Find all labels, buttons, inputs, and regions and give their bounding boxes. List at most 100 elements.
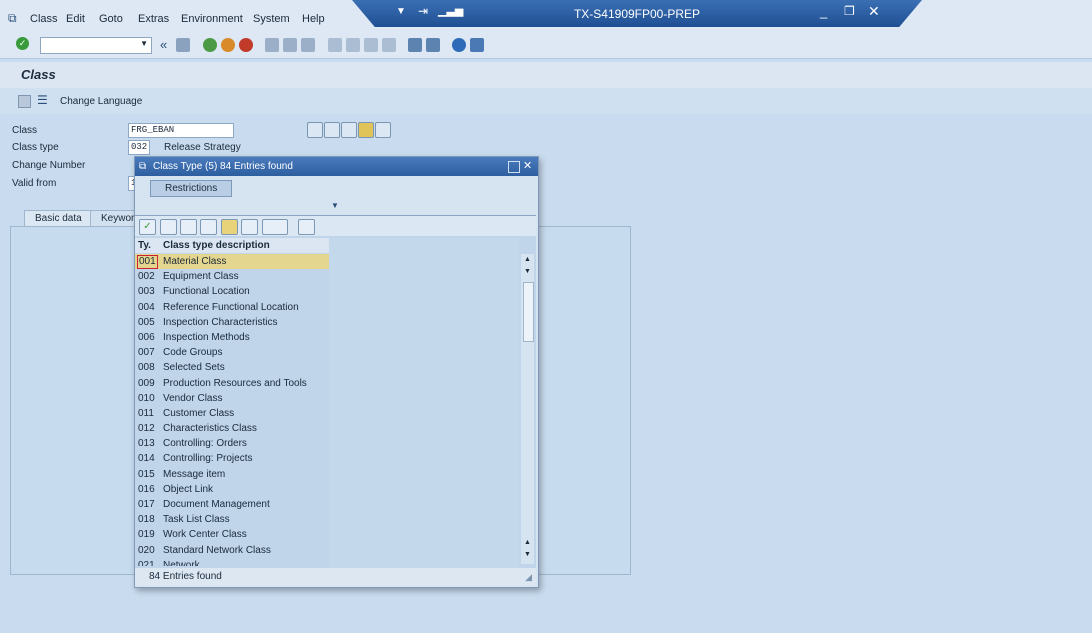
list-row[interactable]: 015 Message item xyxy=(135,467,329,482)
next-page-icon[interactable] xyxy=(364,38,378,52)
close-icon[interactable]: ✕ xyxy=(868,3,880,20)
exit-icon[interactable] xyxy=(221,38,235,52)
scroll-down-icon[interactable]: ▼ xyxy=(524,268,531,275)
class-type-input[interactable]: 032 xyxy=(128,140,150,155)
list-row[interactable]: 008 Selected Sets xyxy=(135,360,329,375)
print-icon[interactable] xyxy=(265,38,279,52)
list-row[interactable]: 021 Network xyxy=(135,558,329,566)
window-title: TX-S41909FP00-PREP xyxy=(573,7,701,21)
scroll-thumb[interactable] xyxy=(523,282,534,342)
application-toolbar: ☰ Change Language xyxy=(0,88,1092,114)
cancel-x-icon[interactable] xyxy=(160,219,177,235)
scroll-up-icon[interactable]: ▲ xyxy=(524,256,531,263)
list-row[interactable]: 014 Controlling: Projects xyxy=(135,451,329,466)
list-row[interactable]: 017 Document Management xyxy=(135,497,329,512)
menu-goto[interactable]: Goto xyxy=(99,13,123,25)
copy-icon[interactable] xyxy=(358,122,374,138)
vertical-scrollbar[interactable]: ▲ ▼ ▲ ▼ xyxy=(521,254,534,564)
class-type-popup: ⧉ Class Type (5) 84 Entries found ✕ Rest… xyxy=(134,156,539,588)
menu-class[interactable]: Class xyxy=(30,13,58,25)
back-icon[interactable] xyxy=(203,38,217,52)
list-row[interactable]: 003 Functional Location xyxy=(135,284,329,299)
expand-restrictions-icon[interactable]: ▼ xyxy=(331,201,339,210)
scroll-up-bottom-icon[interactable]: ▲ xyxy=(524,539,531,546)
list-row[interactable]: 007 Code Groups xyxy=(135,345,329,360)
create-icon[interactable] xyxy=(341,122,357,138)
row-type-code: 007 xyxy=(138,347,155,359)
popup-title: Class Type (5) 84 Entries found xyxy=(153,161,293,172)
list-row[interactable]: 012 Characteristics Class xyxy=(135,421,329,436)
change-language-button[interactable]: Change Language xyxy=(60,96,142,107)
list-row[interactable]: 005 Inspection Characteristics xyxy=(135,315,329,330)
minimize-icon[interactable]: _ xyxy=(820,4,827,19)
list-row[interactable]: 013 Controlling: Orders xyxy=(135,436,329,451)
help-icon[interactable] xyxy=(452,38,466,52)
list-row[interactable]: 018 Task List Class xyxy=(135,512,329,527)
column-ty-header[interactable]: Ty. xyxy=(138,238,151,253)
list-row[interactable]: 016 Object Link xyxy=(135,482,329,497)
new-session-icon[interactable] xyxy=(408,38,422,52)
cancel-icon[interactable] xyxy=(239,38,253,52)
popup-minimize-icon[interactable] xyxy=(508,161,520,173)
shortcut-icon[interactable] xyxy=(426,38,440,52)
menu-edit[interactable]: Edit xyxy=(66,13,85,25)
popup-title-bar: ⧉ Class Type (5) 84 Entries found ✕ xyxy=(135,157,538,176)
copy-values-icon[interactable] xyxy=(241,219,258,235)
app-menu-icon[interactable]: ⧉ xyxy=(8,11,17,26)
menu-extras[interactable]: Extras xyxy=(138,13,169,25)
row-type-code: 013 xyxy=(138,438,155,450)
empty-column-area xyxy=(329,238,519,568)
list-row[interactable]: 020 Standard Network Class xyxy=(135,543,329,558)
resize-grip-icon[interactable]: ◢ xyxy=(525,568,532,586)
valid-from-label: Valid from xyxy=(12,178,57,189)
row-description: Vendor Class xyxy=(163,392,223,404)
list-row[interactable]: 002 Equipment Class xyxy=(135,269,329,284)
find-next-icon[interactable] xyxy=(301,38,315,52)
list-row[interactable]: 009 Production Resources and Tools xyxy=(135,376,329,391)
screen-header: Class xyxy=(0,62,1092,88)
row-description: Selected Sets xyxy=(163,362,225,374)
menu-help[interactable]: Help xyxy=(302,13,325,25)
chevron-down-icon[interactable]: ▼ xyxy=(140,39,148,48)
list-row[interactable]: 004 Reference Functional Location xyxy=(135,300,329,315)
other-object-icon[interactable] xyxy=(18,95,31,108)
print-list-icon[interactable] xyxy=(262,219,288,235)
find-next-binoculars-icon[interactable] xyxy=(200,219,217,235)
edit-icon[interactable] xyxy=(324,122,340,138)
layout-icon[interactable] xyxy=(470,38,484,52)
language-icon[interactable]: ☰ xyxy=(37,93,48,107)
tab-restrictions[interactable]: Restrictions xyxy=(150,180,233,197)
ok-check-icon[interactable]: ✓ xyxy=(16,37,29,50)
settings-icon[interactable] xyxy=(298,219,315,235)
save-icon[interactable] xyxy=(176,38,190,52)
display-change-icon[interactable] xyxy=(307,122,323,138)
row-description: Inspection Methods xyxy=(163,331,250,343)
list-row[interactable]: 019 Work Center Class xyxy=(135,527,329,542)
popup-close-icon[interactable]: ✕ xyxy=(523,157,532,176)
menu-environment[interactable]: Environment xyxy=(181,13,243,25)
scroll-down-bottom-icon[interactable]: ▼ xyxy=(524,551,531,558)
command-field[interactable]: ▼ xyxy=(40,37,152,54)
restore-icon[interactable]: ❐ xyxy=(844,4,855,18)
copy-check-icon[interactable]: ✓ xyxy=(139,219,156,235)
list-row[interactable]: 011 Customer Class xyxy=(135,406,329,421)
tab-basic-data[interactable]: Basic data xyxy=(24,210,93,227)
first-page-icon[interactable] xyxy=(328,38,342,52)
find-binoculars-icon[interactable] xyxy=(180,219,197,235)
prev-page-icon[interactable] xyxy=(346,38,360,52)
sort-icon[interactable] xyxy=(221,219,238,235)
find-icon[interactable] xyxy=(283,38,297,52)
list-row[interactable]: 006 Inspection Methods xyxy=(135,330,329,345)
last-page-icon[interactable] xyxy=(382,38,396,52)
class-input[interactable]: FRG_EBAN xyxy=(128,123,234,138)
list-row[interactable]: 001 Material Class xyxy=(135,254,329,270)
row-description: Message item xyxy=(163,468,226,480)
row-type-code: 003 xyxy=(138,286,155,298)
double-left-icon[interactable]: « xyxy=(160,37,167,52)
delete-icon[interactable] xyxy=(375,122,391,138)
row-type-code: 021 xyxy=(138,559,155,566)
list-row[interactable]: 010 Vendor Class xyxy=(135,391,329,406)
menu-system[interactable]: System xyxy=(253,13,290,25)
column-description-header[interactable]: Class type description xyxy=(163,238,270,253)
row-type-code: 011 xyxy=(138,407,154,419)
